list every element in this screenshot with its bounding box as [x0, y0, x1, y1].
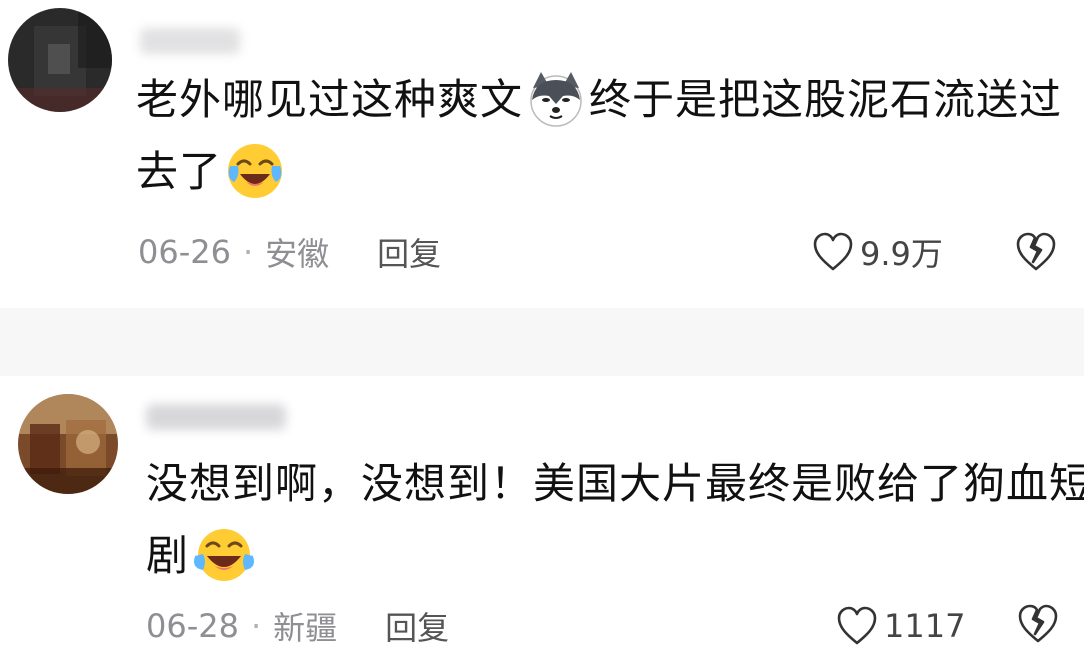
broken-heart-icon[interactable]: [1016, 604, 1060, 644]
comment-feed: 老外哪见过这种爽文 终于是把这股泥石流送过 去了 06-26 · 安徽 回复 9…: [0, 0, 1084, 654]
reply-button[interactable]: 回复: [377, 229, 441, 275]
comment-meta: 06-28 · 新疆 回复: [146, 602, 449, 650]
husky-dog-icon: [527, 70, 585, 128]
comment-item: 老外哪见过这种爽文 终于是把这股泥石流送过 去了 06-26 · 安徽 回复 9…: [0, 0, 1084, 308]
comment-text: 老外哪见过这种爽文 终于是把这股泥石流送过 去了: [136, 64, 1061, 208]
crying-laughing-icon: [226, 142, 284, 200]
like-button[interactable]: 1117: [836, 602, 965, 650]
comment-location: 安徽: [265, 235, 330, 273]
heart-icon: [813, 232, 853, 271]
comment-text-part: 没想到啊，没想到！美国大片最终是败给了狗血短: [146, 459, 1084, 508]
reply-button[interactable]: 回复: [385, 603, 449, 649]
comment-text-part: 去了: [136, 147, 223, 196]
meta-separator: ·: [242, 233, 254, 271]
username-blurred[interactable]: [140, 28, 240, 54]
comment-text-part: 剧: [146, 531, 190, 580]
comment-location: 新疆: [273, 609, 338, 647]
username-blurred[interactable]: [146, 404, 286, 430]
like-count: 9.9万: [860, 235, 943, 273]
comment-date: 06-26: [138, 233, 231, 271]
avatar[interactable]: [8, 8, 112, 112]
broken-heart-icon[interactable]: [1014, 232, 1058, 272]
comment-text: 没想到啊，没想到！美国大片最终是败给了狗血短 剧: [146, 448, 1084, 592]
heart-icon: [837, 606, 877, 645]
comment-date: 06-28: [146, 607, 239, 645]
comment-text-part: 终于是把这股泥石流送过: [589, 75, 1063, 124]
comment-text-part: 老外哪见过这种爽文: [136, 75, 524, 124]
like-count: 1117: [884, 607, 966, 645]
avatar[interactable]: [18, 394, 118, 494]
like-button[interactable]: 9.9万: [812, 228, 943, 276]
comment-divider: [0, 308, 1084, 376]
meta-separator: ·: [250, 607, 262, 645]
comment-meta: 06-26 · 安徽 回复: [138, 228, 441, 276]
crying-laughing-icon: [193, 526, 255, 584]
